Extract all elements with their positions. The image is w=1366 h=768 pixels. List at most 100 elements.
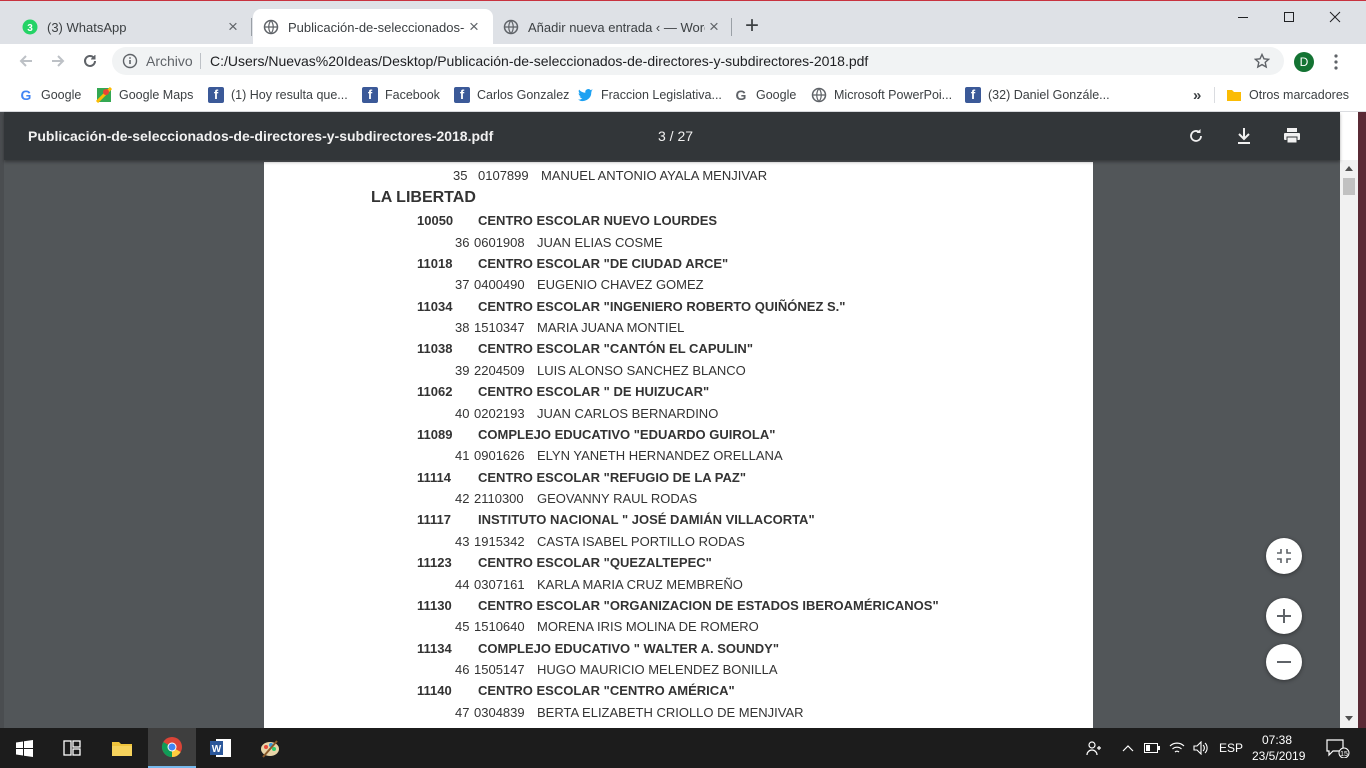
entry-id: 0107899 [478,168,529,183]
minimize-button[interactable] [1220,1,1266,33]
tab-whatsapp[interactable]: 3 (3) WhatsApp × [12,9,252,45]
profile-avatar[interactable]: D [1294,52,1314,72]
pdf-viewer[interactable]: 35 0107899 MANUEL ANTONIO AYALA MENJIVAR… [4,160,1340,728]
school-code: 11130 [417,597,452,613]
entry-id: 0202193 [474,405,525,421]
school-code: 11038 [417,341,453,357]
school-code: 11018 [417,255,453,271]
address-bar[interactable]: Archivo C:/Users/Nuevas%20Ideas/Desktop/… [112,47,1284,75]
tab-wordpress[interactable]: Añadir nueva entrada ‹ — WordP × [493,9,733,45]
clock[interactable]: 07:38 23/5/2019 [1252,732,1306,764]
word-icon[interactable]: W [197,728,245,768]
close-tab-icon[interactable]: × [224,18,242,36]
school-name: CENTRO ESCOLAR "DE CIUDAD ARCE" [478,255,729,271]
entry-number: 45 [455,619,470,635]
entry-name: MANUEL ANTONIO AYALA MENJIVAR [541,168,768,183]
entry-id: 0400490 [474,277,525,293]
paint-icon[interactable] [246,728,294,768]
back-button[interactable] [14,49,38,73]
zoom-in-button[interactable] [1266,598,1302,634]
school-code: 10050 [417,213,454,228]
scroll-up-arrow[interactable] [1345,166,1353,171]
bookmark-label: (32) Daniel Gonzále... [988,88,1110,102]
entry-name: MORENA IRIS MOLINA DE ROMERO [537,619,759,635]
bookmark-google[interactable]: G Google [18,85,82,105]
download-icon[interactable] [1234,126,1254,146]
battery-icon[interactable] [1142,728,1162,768]
vertical-scrollbar[interactable] [1340,160,1358,728]
globe-icon [503,19,519,35]
google-icon: G [18,87,34,103]
entry-id: 0901626 [474,448,525,464]
bookmark-google-maps[interactable]: Google Maps [96,85,193,105]
bookmark-daniel-gonzalez[interactable]: f (32) Daniel Gonzále... [965,85,1110,105]
people-icon[interactable] [1082,728,1106,768]
close-tab-icon[interactable]: × [705,18,723,36]
entry-number: 41 [455,448,470,464]
wifi-icon[interactable] [1166,728,1188,768]
close-icon [1329,11,1341,23]
entry-number: 37 [455,277,470,293]
entry-number: 42 [455,491,470,506]
back-arrow-icon [19,55,32,67]
entry-name: ELYN YANETH HERNANDEZ ORELLANA [537,448,783,464]
close-tab-icon[interactable]: × [465,18,483,36]
maximize-button[interactable] [1266,1,1312,33]
other-bookmarks-folder[interactable]: Otros marcadores [1226,85,1349,105]
url-text[interactable]: C:/Users/Nuevas%20Ideas/Desktop/Publicac… [210,53,868,69]
volume-icon[interactable] [1190,728,1212,768]
bookmark-fraccion-legislativa[interactable]: Fraccion Legislativa... [578,85,722,105]
windows-taskbar: W ESP 07:38 23/5/2019 15 [0,728,1366,768]
page-indicator[interactable]: 3 / 27 [658,128,693,144]
clock-date: 23/5/2019 [1252,749,1306,763]
entry-name: MARIA JUANA MONTIEL [537,320,685,335]
url-scheme: Archivo [146,53,193,69]
chrome-menu-icon[interactable] [1328,52,1344,72]
forward-button[interactable] [46,49,70,73]
bookmark-facebook[interactable]: f Facebook [362,85,440,105]
entry-id: 1510640 [474,619,525,635]
bookmark-label: (1) Hoy resulta que... [231,88,348,102]
twitter-icon [578,87,594,103]
entry-name: JUAN CARLOS BERNARDINO [537,405,719,421]
bookmark-label: Carlos Gonzalez [477,88,570,102]
facebook-icon: f [965,87,981,103]
page-gap [264,160,1093,162]
entry-id: 0601908 [474,234,525,250]
windows-start-icon[interactable] [0,728,48,768]
entry-number: 38 [455,320,470,335]
language-indicator[interactable]: ESP [1216,728,1246,768]
scroll-thumb[interactable] [1343,178,1355,195]
file-explorer-icon[interactable] [98,728,146,768]
whatsapp-icon: 3 [22,19,38,35]
fit-page-button[interactable] [1266,538,1302,574]
school-code: 11134 [417,640,452,656]
bookmark-hoy-resulta[interactable]: f (1) Hoy resulta que... [208,85,348,105]
bookmark-star-icon[interactable] [1252,51,1272,71]
bookmark-carlos-gonzalez[interactable]: f Carlos Gonzalez [454,85,569,105]
rotate-icon[interactable] [1186,126,1206,146]
school-name: CENTRO ESCOLAR "REFUGIO DE LA PAZ" [478,469,746,485]
action-center-icon[interactable]: 15 [1318,728,1358,768]
entry-name: JUAN ELIAS COSME [537,234,663,250]
chevron-up-icon[interactable] [1118,728,1138,768]
pdf-toolbar: Publicación-de-seleccionados-de-director… [4,112,1340,160]
bookmark-powerpoint[interactable]: Microsoft PowerPoi... [811,85,952,105]
tab-separator [731,18,732,36]
entry-id: 1510347 [474,320,525,335]
bookmark-google-2[interactable]: G Google [733,85,797,105]
school-name: CENTRO ESCOLAR "ORGANIZACION DE ESTADOS … [478,597,939,613]
bookmarks-overflow-button[interactable]: » [1193,85,1201,105]
task-view-icon[interactable] [48,728,96,768]
info-icon[interactable] [122,53,138,69]
new-tab-button[interactable]: + [741,14,763,38]
reload-button[interactable] [78,49,102,73]
print-icon[interactable] [1282,126,1302,146]
chrome-icon[interactable] [148,728,196,768]
scroll-down-arrow[interactable] [1345,716,1353,721]
pdf-page: 35 0107899 MANUEL ANTONIO AYALA MENJIVAR… [264,160,1093,728]
close-window-button[interactable] [1312,1,1358,33]
entry-number: 36 [455,234,470,250]
tab-pdf[interactable]: Publicación-de-seleccionados-de × [253,9,493,45]
zoom-out-button[interactable] [1266,644,1302,680]
